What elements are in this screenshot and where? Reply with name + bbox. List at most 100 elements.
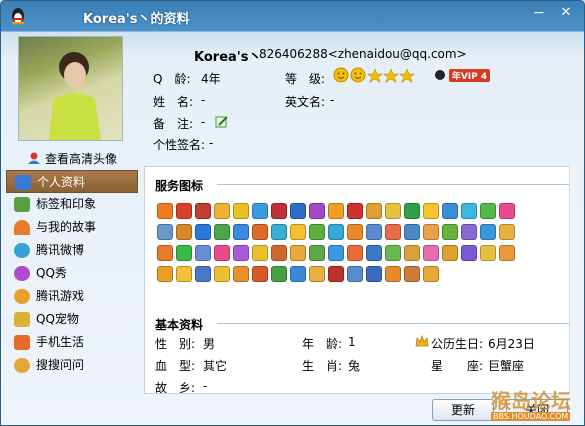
- qage-value: 4年: [201, 72, 221, 86]
- service-icon[interactable]: [385, 224, 401, 240]
- service-icon[interactable]: [499, 224, 515, 240]
- service-icon[interactable]: [176, 266, 192, 282]
- detail-panel[interactable]: 服务图标 基本资料 性 别: 男 年 龄: 1 公历生日: 6月23日 血 型:…: [144, 166, 580, 394]
- minimize-button[interactable]: −: [529, 5, 549, 23]
- service-icon[interactable]: [195, 203, 211, 219]
- vip-badge[interactable]: 年VIP 4: [435, 68, 491, 82]
- service-icon[interactable]: [423, 245, 439, 261]
- service-icon[interactable]: [404, 245, 420, 261]
- service-icon[interactable]: [385, 266, 401, 282]
- service-icon[interactable]: [252, 245, 268, 261]
- service-icon[interactable]: [233, 266, 249, 282]
- service-icon[interactable]: [252, 203, 268, 219]
- service-icon[interactable]: [366, 224, 382, 240]
- service-icon[interactable]: [328, 203, 344, 219]
- qq-number-email[interactable]: 826406288<zhenaidou@qq.com>: [259, 47, 467, 61]
- close-window-button[interactable]: ✕: [556, 5, 576, 23]
- service-icon[interactable]: [347, 203, 363, 219]
- service-icon[interactable]: [271, 224, 287, 240]
- level-icons[interactable]: [333, 67, 423, 86]
- service-icon[interactable]: [176, 203, 192, 219]
- service-icon[interactable]: [328, 245, 344, 261]
- view-hd-avatar-link[interactable]: 查看高清头像: [27, 150, 117, 167]
- service-icon[interactable]: [252, 224, 268, 240]
- vertical-scrollbar[interactable]: [569, 166, 580, 394]
- title-bar[interactable]: Korea's丶的资料 − ✕: [1, 1, 584, 31]
- service-icon[interactable]: [290, 245, 306, 261]
- sidebar-item-pet[interactable]: QQ宠物: [6, 308, 138, 331]
- service-icon[interactable]: [233, 224, 249, 240]
- service-icon[interactable]: [461, 245, 477, 261]
- service-icon[interactable]: [442, 245, 458, 261]
- service-icon[interactable]: [309, 266, 325, 282]
- sidebar-item-qqshow[interactable]: QQ秀: [6, 262, 138, 285]
- service-icon[interactable]: [290, 224, 306, 240]
- sidebar-item-mobile[interactable]: 手机生活: [6, 331, 138, 354]
- service-icon[interactable]: [347, 224, 363, 240]
- sidebar-item-soso[interactable]: 搜搜问问: [6, 354, 138, 377]
- service-icon[interactable]: [366, 245, 382, 261]
- service-icon[interactable]: [195, 245, 211, 261]
- service-icon[interactable]: [157, 224, 173, 240]
- sidebar-item-tags[interactable]: 标签和印象: [6, 193, 138, 216]
- service-icon[interactable]: [442, 203, 458, 219]
- service-icon[interactable]: [176, 245, 192, 261]
- service-icon[interactable]: [157, 266, 173, 282]
- service-icon[interactable]: [366, 266, 382, 282]
- refresh-button[interactable]: 更新: [432, 399, 494, 421]
- edit-note-icon[interactable]: [215, 115, 229, 132]
- service-icon[interactable]: [214, 266, 230, 282]
- service-icon[interactable]: [347, 266, 363, 282]
- service-icon[interactable]: [290, 266, 306, 282]
- service-icon[interactable]: [252, 266, 268, 282]
- service-icon[interactable]: [480, 224, 496, 240]
- service-icon[interactable]: [157, 203, 173, 219]
- service-icon[interactable]: [328, 224, 344, 240]
- service-icon[interactable]: [385, 245, 401, 261]
- service-icon[interactable]: [442, 224, 458, 240]
- service-icon[interactable]: [309, 245, 325, 261]
- service-icon[interactable]: [290, 203, 306, 219]
- service-icon[interactable]: [423, 203, 439, 219]
- sun-icon: [350, 67, 366, 83]
- service-icon[interactable]: [271, 203, 287, 219]
- service-icon[interactable]: [271, 266, 287, 282]
- sun-icon: [333, 67, 349, 83]
- service-icon[interactable]: [480, 203, 496, 219]
- sidebar-item-profile[interactable]: 个人资料: [6, 170, 138, 193]
- service-icon[interactable]: [176, 224, 192, 240]
- service-icon[interactable]: [157, 245, 173, 261]
- service-icon[interactable]: [404, 266, 420, 282]
- service-icon[interactable]: [423, 224, 439, 240]
- service-icon[interactable]: [195, 224, 211, 240]
- blood-value: 其它: [203, 359, 228, 373]
- hometown-label: 故 乡:: [155, 381, 196, 394]
- service-icon[interactable]: [233, 245, 249, 261]
- service-icon[interactable]: [480, 245, 496, 261]
- service-icon[interactable]: [271, 245, 287, 261]
- service-icon[interactable]: [366, 203, 382, 219]
- sidebar-item-story[interactable]: 与我的故事: [6, 216, 138, 239]
- service-icon[interactable]: [309, 203, 325, 219]
- service-icon[interactable]: [347, 245, 363, 261]
- sidebar-item-label: 与我的故事: [36, 220, 97, 234]
- service-icon[interactable]: [233, 203, 249, 219]
- service-icon[interactable]: [214, 245, 230, 261]
- service-icon[interactable]: [214, 203, 230, 219]
- service-icon[interactable]: [499, 245, 515, 261]
- avatar[interactable]: [18, 36, 123, 141]
- sidebar-item-games[interactable]: 腾讯游戏: [6, 285, 138, 308]
- service-icon[interactable]: [404, 203, 420, 219]
- service-icon[interactable]: [423, 266, 439, 282]
- service-icon[interactable]: [195, 266, 211, 282]
- service-icon[interactable]: [499, 203, 515, 219]
- service-icon[interactable]: [385, 203, 401, 219]
- sidebar-item-weibo[interactable]: 腾讯微博: [6, 239, 138, 262]
- service-icon[interactable]: [461, 224, 477, 240]
- service-icon[interactable]: [404, 224, 420, 240]
- service-icon[interactable]: [214, 224, 230, 240]
- service-icon[interactable]: [461, 203, 477, 219]
- nickname: Korea's丶: [194, 50, 262, 65]
- service-icon[interactable]: [309, 224, 325, 240]
- service-icon[interactable]: [328, 266, 344, 282]
